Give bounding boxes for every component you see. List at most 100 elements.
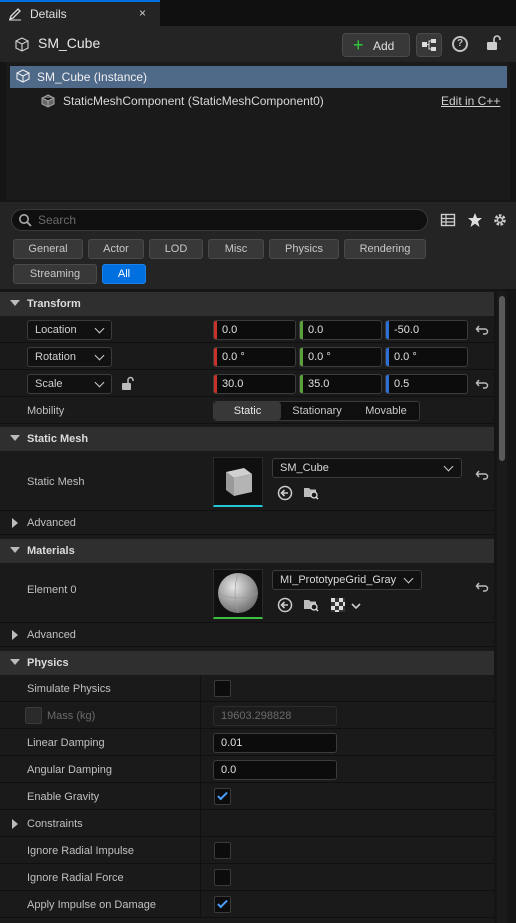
- material-asset-dropdown[interactable]: MI_PrototypeGrid_Gray: [272, 570, 422, 590]
- edit-in-cpp-link[interactable]: Edit in C++: [441, 94, 500, 108]
- hierarchy-icon: [422, 39, 436, 51]
- location-z-field[interactable]: -50.0: [385, 320, 468, 340]
- location-dropdown[interactable]: Location: [27, 320, 112, 340]
- category-materials[interactable]: Materials: [0, 539, 494, 563]
- simulate-physics-row: Simulate Physics: [0, 675, 494, 702]
- filter-misc[interactable]: Misc: [208, 239, 264, 259]
- checkmark-icon: [217, 897, 228, 909]
- constraints-row[interactable]: Constraints: [0, 810, 494, 837]
- category-physics[interactable]: Physics: [0, 651, 494, 675]
- reset-arrow-icon[interactable]: [475, 377, 489, 391]
- blueprint-button[interactable]: [416, 33, 442, 57]
- reset-arrow-icon[interactable]: [475, 468, 489, 482]
- angular-damping-field[interactable]: 0.0: [213, 760, 337, 780]
- rotation-dropdown[interactable]: Rotation: [27, 347, 112, 367]
- materials-advanced-row[interactable]: Advanced: [0, 623, 494, 647]
- reset-arrow-icon[interactable]: [475, 580, 489, 594]
- apply-impulse-label: Apply Impulse on Damage: [27, 899, 157, 911]
- mobility-static[interactable]: Static: [214, 402, 281, 420]
- tab-title: Details: [30, 7, 67, 21]
- scrollbar[interactable]: [497, 292, 507, 923]
- ignore-radial-impulse-checkbox[interactable]: [214, 842, 231, 859]
- use-selected-arrow-icon[interactable]: [277, 597, 293, 613]
- constraints-label: Constraints: [27, 818, 83, 830]
- add-component-button[interactable]: + Add: [342, 33, 410, 57]
- browse-folder-icon[interactable]: [303, 597, 319, 613]
- mesh-thumbnail[interactable]: [213, 457, 263, 507]
- collapsed-arrow-icon: [12, 819, 18, 829]
- collapsed-arrow-icon: [12, 518, 18, 528]
- filter-physics[interactable]: Physics: [269, 239, 339, 259]
- ignore-radial-force-checkbox[interactable]: [214, 869, 231, 886]
- filter-lod[interactable]: LOD: [149, 239, 203, 259]
- tree-row-component[interactable]: StaticMeshComponent (StaticMeshComponent…: [10, 90, 507, 112]
- scale-dropdown[interactable]: Scale: [27, 374, 112, 394]
- filter-streaming[interactable]: Streaming: [13, 264, 97, 284]
- chevron-down-icon: [94, 323, 105, 334]
- checkmark-icon: [217, 789, 228, 801]
- advanced-label: Advanced: [27, 517, 76, 529]
- mass-override-checkbox[interactable]: [25, 707, 42, 724]
- gear-icon[interactable]: [492, 212, 508, 228]
- mobility-stationary[interactable]: Stationary: [281, 402, 353, 420]
- rotation-z-field[interactable]: 0.0 °: [385, 347, 468, 367]
- table-view-icon[interactable]: [440, 212, 456, 228]
- linear-damping-field[interactable]: 0.01: [213, 733, 337, 753]
- filter-actor[interactable]: Actor: [88, 239, 144, 259]
- chevron-down-icon[interactable]: [348, 598, 364, 614]
- chevron-down-icon: [403, 573, 414, 584]
- simulate-physics-checkbox[interactable]: [214, 680, 231, 697]
- angular-damping-row: Angular Damping 0.0: [0, 756, 494, 783]
- enable-gravity-checkbox[interactable]: [214, 788, 231, 805]
- scale-y-field[interactable]: 35.0: [299, 374, 382, 394]
- star-icon[interactable]: [467, 212, 483, 228]
- location-x-field[interactable]: 0.0: [213, 320, 296, 340]
- category-static-mesh[interactable]: Static Mesh: [0, 427, 494, 451]
- filter-general[interactable]: General: [13, 239, 83, 259]
- unlock-icon[interactable]: [120, 376, 136, 392]
- use-selected-arrow-icon[interactable]: [277, 485, 293, 501]
- search-input[interactable]: [38, 212, 418, 228]
- static-mesh-advanced-row[interactable]: Advanced: [0, 511, 494, 535]
- static-mesh-icon: [41, 94, 55, 108]
- category-label: Materials: [27, 545, 75, 557]
- search-icon: [19, 214, 32, 227]
- material-element-row: Element 0 MI_PrototypeGrid_Gray: [0, 563, 494, 623]
- category-transform[interactable]: Transform: [0, 292, 494, 316]
- expand-arrow-icon: [10, 547, 20, 553]
- mobility-selector: Static Stationary Movable: [213, 401, 420, 421]
- category-label: Transform: [27, 298, 81, 310]
- tree-instance-label: SM_Cube (Instance): [37, 70, 148, 84]
- category-label: Static Mesh: [27, 433, 89, 445]
- filter-all[interactable]: All: [102, 264, 146, 284]
- static-mesh-label: Static Mesh: [27, 476, 85, 488]
- rotation-x-field[interactable]: 0.0 °: [213, 347, 296, 367]
- lock-icon[interactable]: [485, 35, 501, 51]
- help-icon[interactable]: ?: [452, 36, 468, 52]
- reset-arrow-icon[interactable]: [475, 323, 489, 337]
- scrollbar-thumb[interactable]: [499, 296, 505, 461]
- apply-impulse-checkbox[interactable]: [214, 896, 231, 913]
- close-icon[interactable]: ×: [139, 6, 146, 20]
- category-filters: General Actor LOD Misc Physics Rendering…: [0, 238, 516, 289]
- mass-row: Mass (kg) 19603.298828: [0, 702, 494, 729]
- location-row: Location 0.0 0.0 -50.0: [0, 316, 494, 343]
- scale-x-field[interactable]: 30.0: [213, 374, 296, 394]
- tree-row-instance[interactable]: SM_Cube (Instance): [10, 66, 507, 88]
- filter-rendering[interactable]: Rendering: [344, 239, 426, 259]
- mobility-movable[interactable]: Movable: [353, 402, 419, 420]
- location-y-field[interactable]: 0.0: [299, 320, 382, 340]
- component-tree: SM_Cube (Instance) StaticMeshComponent (…: [6, 62, 510, 200]
- search-box[interactable]: [11, 209, 428, 231]
- chevron-down-icon: [94, 350, 105, 361]
- checker-texture-icon[interactable]: [330, 597, 346, 613]
- linear-damping-row: Linear Damping 0.01: [0, 729, 494, 756]
- tab-details[interactable]: Details ×: [0, 0, 160, 26]
- material-thumbnail[interactable]: [213, 569, 263, 619]
- static-mesh-asset-dropdown[interactable]: SM_Cube: [272, 458, 462, 478]
- rotation-y-field[interactable]: 0.0 °: [299, 347, 382, 367]
- browse-folder-icon[interactable]: [303, 485, 319, 501]
- ignore-radial-force-label: Ignore Radial Force: [27, 872, 124, 884]
- scale-z-field[interactable]: 0.5: [385, 374, 468, 394]
- title-bar: Details ×: [0, 0, 516, 26]
